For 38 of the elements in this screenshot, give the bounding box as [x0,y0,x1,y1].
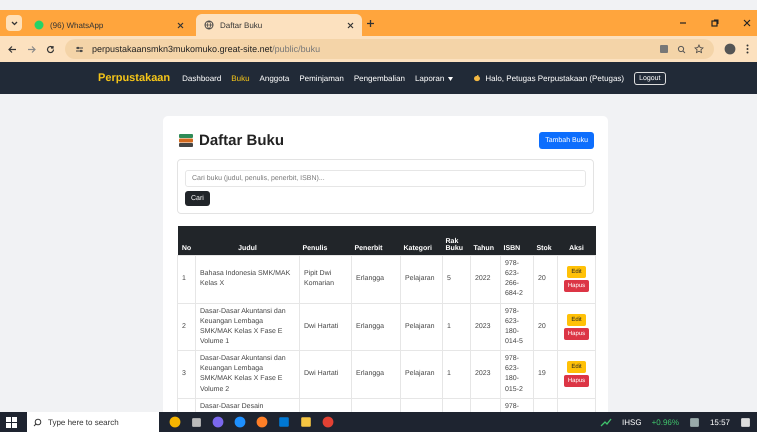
url-path: /public/buku [272,44,320,54]
back-arrow-icon[interactable] [8,44,17,54]
close-icon[interactable] [347,22,354,28]
nav-link[interactable]: Laporan [414,74,454,82]
windows-icon[interactable] [6,416,17,428]
page-title: Daftar Buku [179,132,284,149]
search-icon [33,418,42,426]
star-icon[interactable] [694,44,704,54]
taskbar-search-field[interactable]: Type here to search [27,412,159,432]
restore-icon[interactable] [711,19,719,27]
close-icon[interactable] [743,19,751,27]
chevron-down-icon [10,20,18,26]
nav-link[interactable]: Peminjaman [299,74,344,82]
zoom-icon[interactable] [677,44,686,54]
url-host: perpustakaansmkn3mukomuko.great-site.net [92,44,272,54]
greeting-text: Halo, Petugas Perpustakaan (Petugas) [485,74,624,82]
globe-icon [204,20,214,30]
reload-icon[interactable] [46,44,55,54]
tab-list-button[interactable] [6,15,22,31]
clock-time: 15:57 [710,418,730,426]
close-icon[interactable] [177,22,184,28]
trend-up-icon [600,418,612,426]
browser-tab[interactable]: Daftar Buku [196,14,362,36]
site-settings-icon[interactable] [75,44,84,54]
address-bar[interactable]: perpustakaansmkn3mukomuko.great-site.net/public/buku [65,39,714,59]
browser-tab[interactable]: (96) WhatsApp [26,14,192,36]
forward-arrow-icon[interactable] [27,44,36,54]
stock-ticker: IHSG [622,418,642,426]
hand-icon [473,74,482,82]
nav-link[interactable]: Pengembalian [354,74,405,82]
nav-link[interactable]: Buku [231,74,250,82]
nav-link[interactable]: Dashboard [182,74,222,82]
brand-name[interactable]: Perpustakaan [98,72,170,84]
books-icon [179,134,193,147]
more-icon[interactable] [746,44,749,54]
nav-link[interactable]: Anggota [260,74,290,82]
plus-icon[interactable] [366,18,375,28]
stock-change: +0.96% [652,418,679,426]
